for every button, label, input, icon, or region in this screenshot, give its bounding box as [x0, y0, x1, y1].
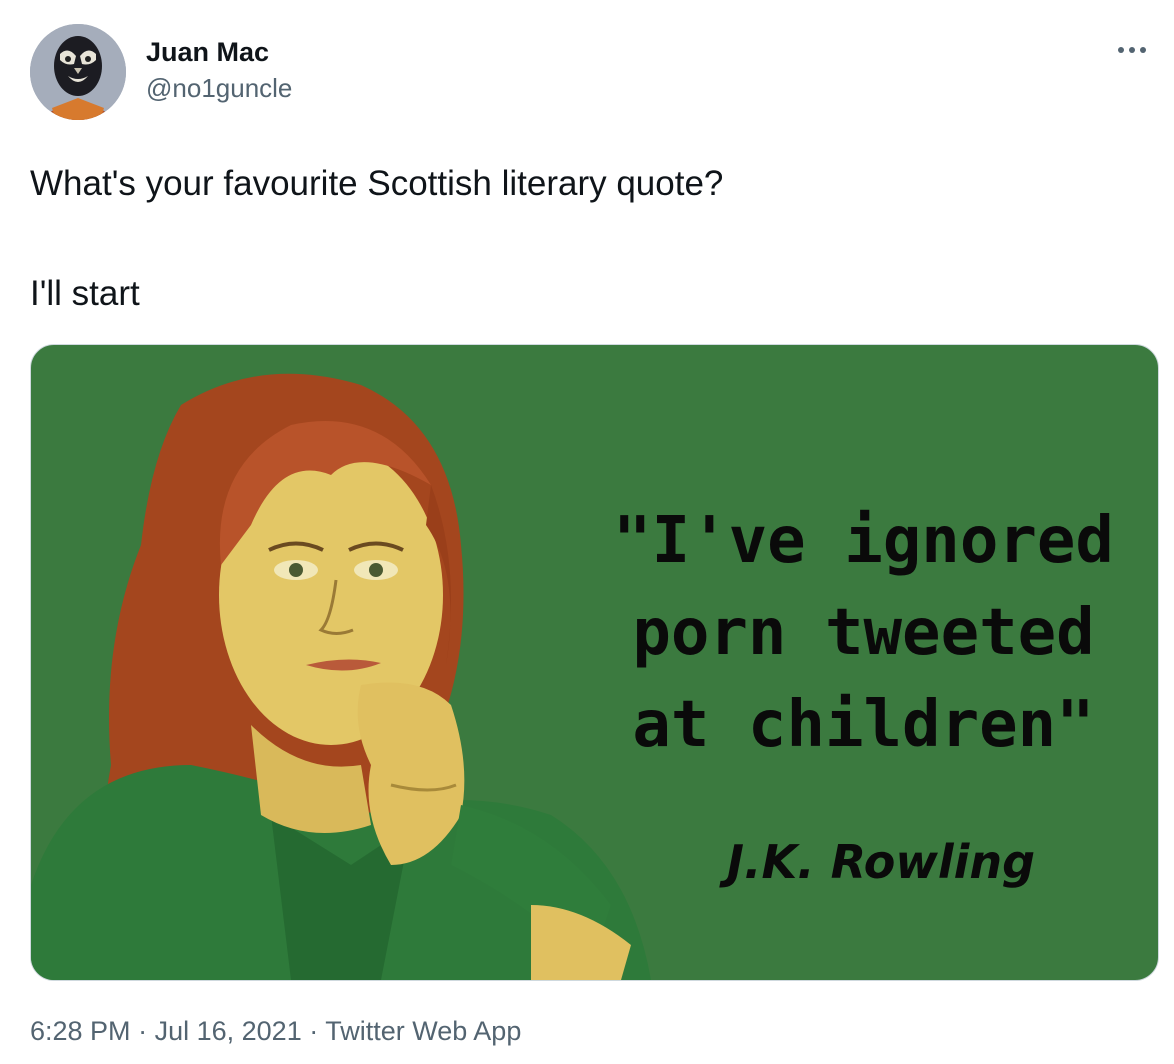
- quote-attribution: J.K. Rowling: [726, 835, 1036, 889]
- tweet-text: What's your favourite Scottish literary …: [30, 160, 1130, 318]
- quote-line: "I've ignored: [613, 504, 1114, 578]
- quote-line: at children": [632, 688, 1095, 762]
- meta-separator: ·: [309, 1016, 319, 1046]
- quote-text: "I've ignored porn tweeted at children": [591, 495, 1136, 771]
- user-handle[interactable]: @no1guncle: [146, 70, 292, 106]
- author-info: Juan Mac @no1guncle: [146, 34, 292, 106]
- more-options-button[interactable]: [1110, 28, 1154, 72]
- tweet-time[interactable]: 6:28 PM: [30, 1016, 131, 1046]
- display-name[interactable]: Juan Mac: [146, 34, 292, 70]
- tweet-text-line: I'll start: [30, 274, 140, 313]
- meta-separator: ·: [138, 1016, 148, 1046]
- quote-line: porn tweeted: [632, 596, 1095, 670]
- tweet: Juan Mac @no1guncle What's your favourit…: [0, 0, 1174, 1064]
- masked-wrestler-avatar-image: [30, 24, 126, 120]
- tweet-media-image[interactable]: "I've ignored porn tweeted at children" …: [30, 344, 1159, 981]
- more-horizontal-icon: [1118, 47, 1146, 53]
- tweet-metadata: 6:28 PM · Jul 16, 2021 · Twitter Web App: [30, 1013, 521, 1049]
- tweet-source[interactable]: Twitter Web App: [325, 1016, 521, 1046]
- tweet-text-line: What's your favourite Scottish literary …: [30, 164, 724, 203]
- portrait-illustration: [31, 373, 651, 980]
- avatar[interactable]: [30, 24, 126, 120]
- tweet-date[interactable]: Jul 16, 2021: [155, 1016, 302, 1046]
